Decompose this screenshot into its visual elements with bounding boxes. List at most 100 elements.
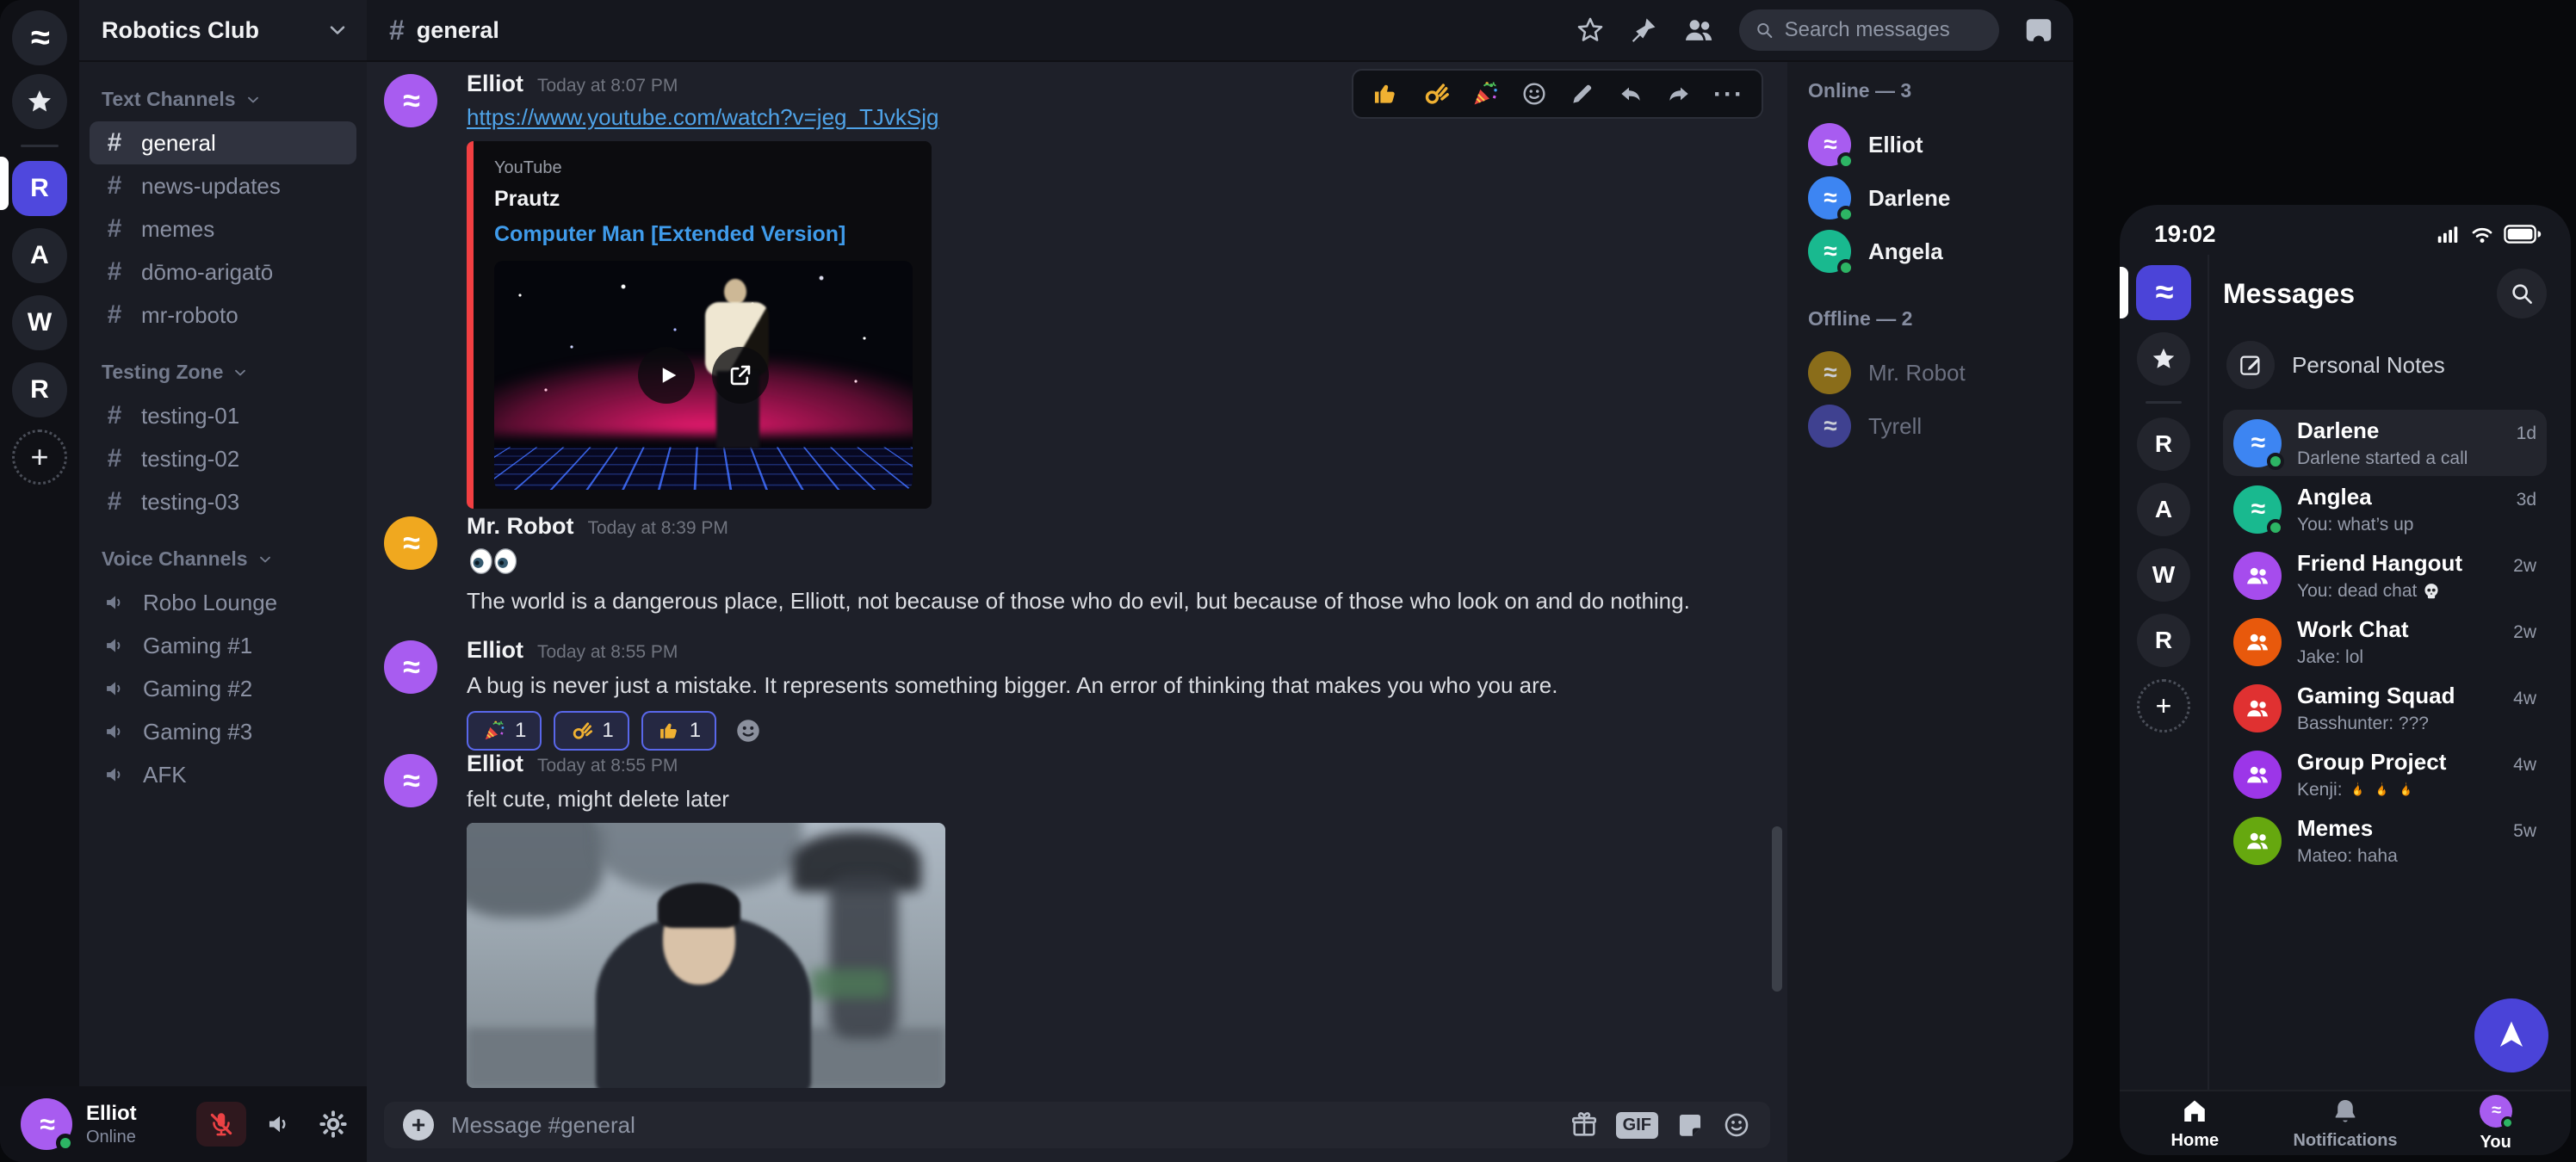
message-input[interactable]: [451, 1112, 1552, 1139]
inbox-panel-icon[interactable]: [2023, 15, 2054, 46]
hash-icon: #: [103, 171, 126, 201]
embed-title[interactable]: Computer Man [Extended Version]: [494, 222, 911, 247]
avatar[interactable]: ≈: [384, 74, 437, 127]
settings-button[interactable]: [313, 1104, 353, 1144]
open-external-button[interactable]: [712, 347, 769, 404]
reply-button[interactable]: [1617, 80, 1644, 108]
favorite-channel-icon[interactable]: [1576, 15, 1605, 45]
deafen-button[interactable]: [260, 1104, 300, 1144]
emoji-icon[interactable]: [1722, 1110, 1751, 1140]
conversation-friend-hangout[interactable]: Friend HangoutYou: dead chat 2w: [2223, 542, 2547, 609]
server-a[interactable]: A: [12, 228, 67, 283]
channel-testing-03[interactable]: #testing-03: [90, 480, 356, 523]
app-logo[interactable]: ≈: [2136, 265, 2191, 320]
server-w[interactable]: W: [12, 295, 67, 350]
favorites-button[interactable]: [2137, 332, 2190, 386]
author-name[interactable]: Elliot: [467, 71, 523, 97]
app-logo[interactable]: ≈: [12, 10, 67, 65]
nav-you[interactable]: ≈ You: [2420, 1091, 2571, 1155]
server-header[interactable]: Robotics Club: [79, 0, 367, 62]
search-bar[interactable]: [1739, 9, 1999, 51]
server-a[interactable]: A: [2137, 483, 2190, 536]
conversation-anglea[interactable]: ≈ AngleaYou: what’s up 3d: [2223, 476, 2547, 542]
server-r[interactable]: R: [2137, 417, 2190, 471]
channel-testing-02[interactable]: #testing-02: [90, 437, 356, 480]
add-server-button[interactable]: +: [2137, 679, 2190, 732]
member-tyrell[interactable]: ≈ Tyrell: [1808, 399, 2073, 453]
avatar[interactable]: ≈: [384, 640, 437, 694]
section-text-channels[interactable]: Text Channels: [102, 88, 344, 111]
embed-author[interactable]: Prautz: [494, 187, 911, 212]
emoji-picker-button[interactable]: [1520, 80, 1548, 108]
channel-mr-roboto[interactable]: #mr-roboto: [90, 294, 356, 337]
section-voice-channels[interactable]: Voice Channels: [102, 547, 344, 571]
conversation-gaming-squad[interactable]: Gaming SquadBasshunter: ??? 4w: [2223, 675, 2547, 741]
channel-domo-arigato[interactable]: #dōmo-arigatō: [90, 250, 356, 294]
avatar[interactable]: ≈: [384, 754, 437, 807]
edit-button[interactable]: [1569, 80, 1596, 108]
voice-gaming-1[interactable]: Gaming #1: [90, 624, 356, 667]
conversation-group-project[interactable]: Group ProjectKenji: 4w: [2223, 741, 2547, 807]
member-darlene[interactable]: ≈ Darlene: [1808, 171, 2073, 225]
nav-notifications[interactable]: Notifications: [2270, 1091, 2421, 1155]
server-robotics-club[interactable]: R: [12, 161, 67, 216]
message-elliot-youtube: ≈ ElliotToday at 8:07 PM https://www.you…: [384, 71, 1748, 509]
favorites-button[interactable]: [12, 74, 67, 129]
add-reaction-button[interactable]: [732, 714, 765, 747]
group-avatar: [2233, 618, 2282, 666]
personal-notes-row[interactable]: Personal Notes: [2223, 341, 2547, 389]
channel-memes[interactable]: #memes: [90, 207, 356, 250]
members-toggle-icon[interactable]: [1682, 14, 1715, 46]
member-angela[interactable]: ≈ Angela: [1808, 225, 2073, 278]
add-server-button[interactable]: +: [12, 430, 67, 485]
channel-general[interactable]: #general: [90, 121, 356, 164]
microphone-muted-button[interactable]: [196, 1102, 246, 1147]
author-name[interactable]: Elliot: [467, 751, 523, 777]
server-rail: ≈ R A W R +: [0, 0, 79, 1162]
pinned-messages-icon[interactable]: [1629, 15, 1658, 45]
more-options-button[interactable]: ···: [1713, 88, 1744, 101]
server-r2[interactable]: R: [12, 362, 67, 417]
wave-logo-icon: ≈: [31, 19, 48, 58]
member-mr-robot[interactable]: ≈ Mr. Robot: [1808, 346, 2073, 399]
photo-attachment[interactable]: [467, 823, 945, 1088]
speaker-icon: [103, 590, 127, 615]
nav-home[interactable]: Home: [2120, 1091, 2270, 1155]
voice-robo-lounge[interactable]: Robo Lounge: [90, 581, 356, 624]
search-input[interactable]: [1785, 18, 1984, 42]
play-button[interactable]: [638, 347, 695, 404]
reaction-thumbs-up[interactable]: 1: [641, 711, 716, 751]
voice-afk[interactable]: AFK: [90, 753, 356, 796]
voice-gaming-3[interactable]: Gaming #3: [90, 710, 356, 753]
party-popper-reaction-button[interactable]: [1471, 79, 1500, 108]
ok-hand-reaction-button[interactable]: [1421, 79, 1450, 108]
online-status-dot: [2267, 519, 2284, 536]
author-name[interactable]: Elliot: [467, 637, 523, 664]
conversation-memes[interactable]: MemesMateo: haha 5w: [2223, 807, 2547, 874]
channel-news-updates[interactable]: #news-updates: [90, 164, 356, 207]
thumbs-up-reaction-button[interactable]: [1371, 79, 1400, 108]
conversation-work-chat[interactable]: Work ChatJake: lol 2w: [2223, 609, 2547, 675]
server-w[interactable]: W: [2137, 548, 2190, 602]
gif-picker-button[interactable]: GIF: [1616, 1112, 1658, 1139]
forward-button[interactable]: [1665, 80, 1693, 108]
member-elliot[interactable]: ≈ Elliot: [1808, 118, 2073, 171]
gift-icon[interactable]: [1570, 1110, 1599, 1140]
mobile-messages-app: 19:02 ≈ R A W R + Messages Person: [2120, 205, 2571, 1155]
compose-fab[interactable]: [2474, 998, 2548, 1072]
sticker-icon[interactable]: [1675, 1110, 1705, 1140]
reaction-ok-hand[interactable]: 1: [554, 711, 629, 751]
voice-gaming-2[interactable]: Gaming #2: [90, 667, 356, 710]
chat-scrollbar[interactable]: [1772, 826, 1782, 992]
search-button[interactable]: [2497, 269, 2547, 318]
fire-emoji: [2396, 781, 2415, 800]
author-name[interactable]: Mr. Robot: [467, 513, 573, 540]
server-r2[interactable]: R: [2137, 614, 2190, 667]
reaction-party-popper[interactable]: 1: [467, 711, 542, 751]
section-testing-zone[interactable]: Testing Zone: [102, 361, 344, 384]
avatar[interactable]: ≈: [384, 516, 437, 570]
conversation-darlene[interactable]: ≈ DarleneDarlene started a call 1d: [2223, 410, 2547, 476]
muted-mic-icon: [207, 1109, 236, 1139]
attach-button[interactable]: +: [403, 1109, 434, 1140]
channel-testing-01[interactable]: #testing-01: [90, 394, 356, 437]
